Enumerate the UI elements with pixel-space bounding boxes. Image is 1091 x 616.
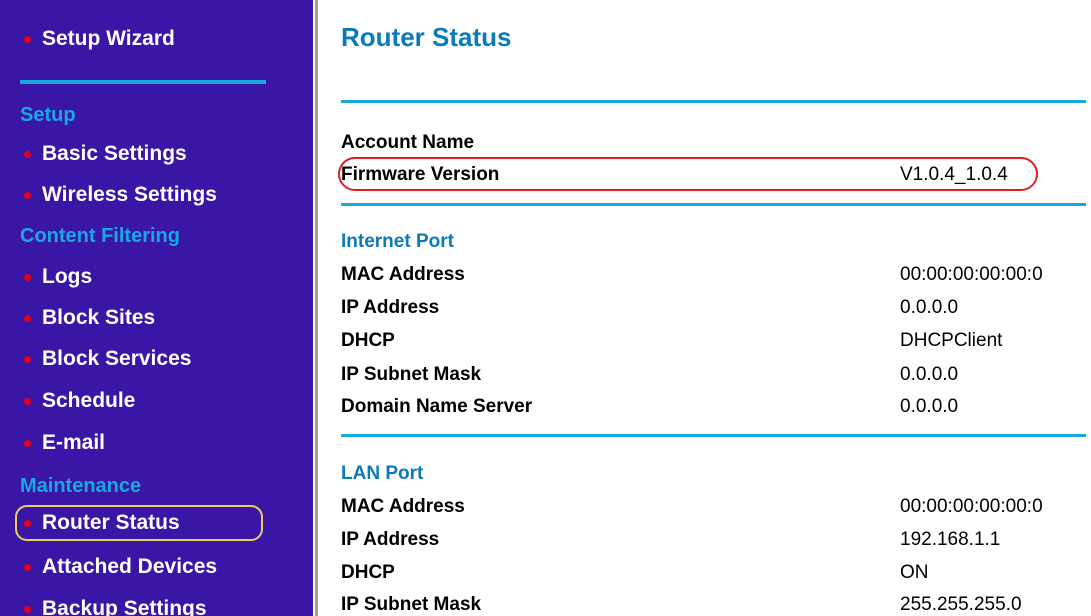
section-maintenance: Maintenance: [20, 475, 142, 497]
nav-label: Basic Settings: [42, 142, 187, 165]
bullet-icon: [24, 36, 31, 43]
nav-router-status[interactable]: Router Status: [24, 508, 180, 538]
main-content: Router Status Account Name Firmware Vers…: [319, 0, 1091, 616]
bullet-icon: [24, 356, 31, 363]
bullet-icon: [24, 315, 31, 322]
bullet-icon: [24, 564, 31, 571]
nav-label: Block Services: [42, 347, 192, 370]
bullet-icon: [24, 398, 31, 405]
nav-label: Setup Wizard: [42, 27, 175, 50]
internet-ip-label: IP Address: [341, 297, 440, 318]
internet-mac-label: MAC Address: [341, 264, 465, 285]
section-setup: Setup: [20, 104, 76, 126]
lan-port-heading: LAN Port: [341, 463, 424, 484]
bullet-icon: [24, 520, 31, 527]
internet-mac-value: 00:00:00:00:00:0: [900, 264, 1043, 285]
nav-block-services[interactable]: Block Services: [24, 344, 191, 374]
firmware-version-label: Firmware Version: [341, 164, 500, 185]
bullet-icon: [24, 151, 31, 158]
account-name-label: Account Name: [341, 132, 475, 153]
firmware-version-value: V1.0.4_1.0.4: [900, 164, 1008, 185]
nav-attached-devices[interactable]: Attached Devices: [24, 552, 217, 582]
nav-label: Schedule: [42, 389, 136, 412]
lan-ip-value: 192.168.1.1: [900, 529, 1001, 550]
nav-logs[interactable]: Logs: [24, 262, 92, 292]
section-rule: [341, 434, 1086, 437]
internet-port-heading: Internet Port: [341, 231, 454, 252]
internet-ip-value: 0.0.0.0: [900, 297, 959, 318]
lan-mac-value: 00:00:00:00:00:0: [900, 496, 1043, 517]
internet-dns-label: Domain Name Server: [341, 396, 533, 417]
nav-email[interactable]: E-mail: [24, 428, 105, 458]
nav-basic-settings[interactable]: Basic Settings: [24, 139, 187, 169]
nav-wireless-settings[interactable]: Wireless Settings: [24, 180, 217, 210]
nav-label: Attached Devices: [42, 555, 218, 578]
internet-subnet-label: IP Subnet Mask: [341, 364, 482, 385]
page-title: Router Status: [341, 22, 512, 52]
bullet-icon: [24, 440, 31, 447]
lan-subnet-label: IP Subnet Mask: [341, 594, 482, 615]
internet-dhcp-value: DHCPClient: [900, 330, 1003, 351]
internet-dhcp-label: DHCP: [341, 330, 395, 351]
internet-subnet-value: 0.0.0.0: [900, 364, 959, 385]
lan-mac-label: MAC Address: [341, 496, 465, 517]
bullet-icon: [24, 606, 31, 613]
bullet-icon: [24, 192, 31, 199]
nav-label: Wireless Settings: [42, 183, 217, 206]
sidebar-divider: [20, 80, 266, 84]
nav-label: Logs: [42, 265, 93, 288]
sidebar-nav: Setup Wizard Setup Basic Settings Wirele…: [0, 0, 313, 616]
lan-subnet-value: 255.255.255.0: [900, 594, 1022, 615]
section-rule: [341, 100, 1086, 103]
nav-block-sites[interactable]: Block Sites: [24, 303, 155, 333]
nav-setup-wizard[interactable]: Setup Wizard: [24, 24, 175, 54]
internet-dns-value: 0.0.0.0: [900, 396, 959, 417]
nav-schedule[interactable]: Schedule: [24, 386, 135, 416]
nav-label: Backup Settings: [42, 597, 207, 616]
lan-dhcp-label: DHCP: [341, 562, 395, 583]
section-content-filtering: Content Filtering: [20, 225, 180, 247]
nav-label: Router Status: [42, 511, 180, 534]
nav-label: Block Sites: [42, 306, 156, 329]
nav-backup-settings[interactable]: Backup Settings: [24, 594, 207, 616]
lan-dhcp-value: ON: [900, 562, 929, 583]
bullet-icon: [24, 274, 31, 281]
section-rule: [341, 203, 1086, 206]
nav-label: E-mail: [42, 431, 106, 454]
lan-ip-label: IP Address: [341, 529, 440, 550]
